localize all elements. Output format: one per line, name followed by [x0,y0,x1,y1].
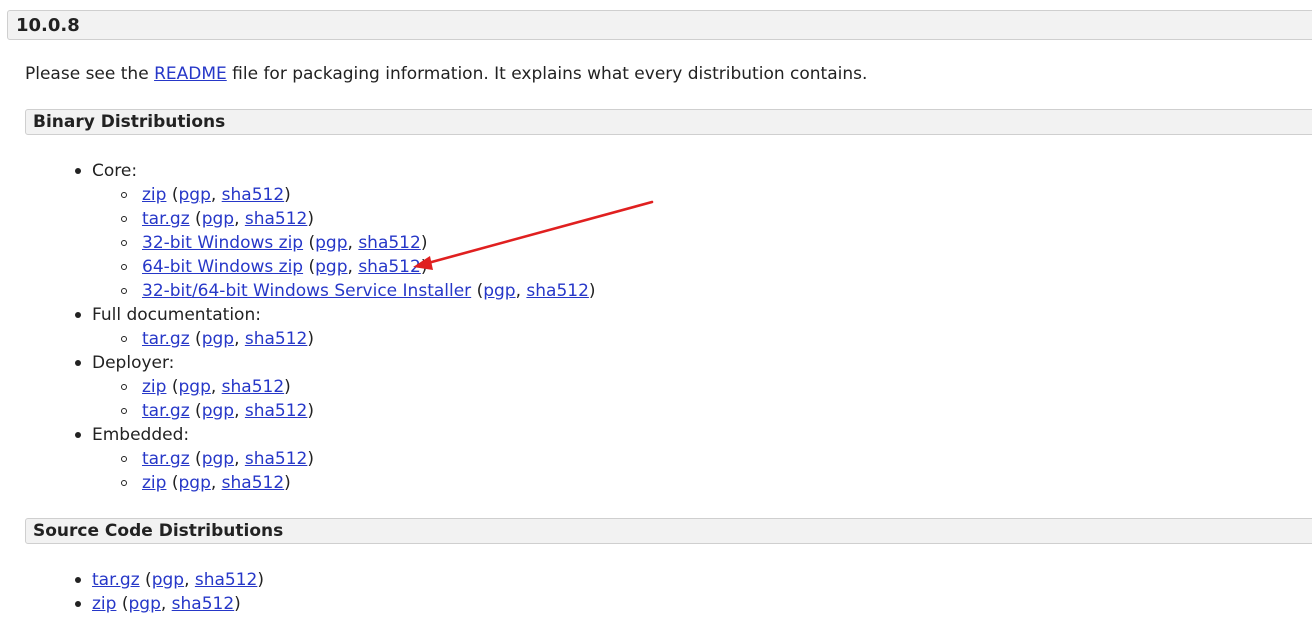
download-link[interactable]: tar.gz [142,449,190,469]
list-item: zip (pgp, sha512) [142,473,291,493]
download-link[interactable]: zip [142,377,166,397]
source-distributions-header: Source Code Distributions [25,518,1312,544]
pgp-link[interactable]: pgp [315,257,347,277]
download-link[interactable]: 32-bit/64-bit Windows Service Installer [142,281,471,301]
group-label-embedded: Embedded: [92,425,190,445]
pgp-link[interactable]: pgp [202,329,234,349]
download-link[interactable]: tar.gz [142,329,190,349]
group-label-deployer: Deployer: [92,353,175,373]
bullet-icon [75,312,81,318]
download-link[interactable]: tar.gz [92,570,140,590]
sha512-link[interactable]: sha512 [358,257,421,277]
list-item: 32-bit/64-bit Windows Service Installer … [142,281,596,301]
pgp-link[interactable]: pgp [178,185,210,205]
pgp-link[interactable]: pgp [483,281,515,301]
circle-bullet-icon [121,240,127,246]
readme-link[interactable]: README [154,64,227,84]
list-item: zip (pgp, sha512) [142,185,291,205]
bullet-icon [75,168,81,174]
download-link[interactable]: zip [92,594,116,614]
circle-bullet-icon [121,456,127,462]
sha512-link[interactable]: sha512 [222,377,285,397]
list-item: 32-bit Windows zip (pgp, sha512) [142,233,428,253]
download-link[interactable]: tar.gz [142,401,190,421]
list-item: tar.gz (pgp, sha512) [142,329,315,349]
version-header: 10.0.8 [7,10,1312,40]
version-title: 10.0.8 [16,15,80,36]
download-link[interactable]: zip [142,185,166,205]
group-label-core: Core: [92,161,138,181]
download-link[interactable]: zip [142,473,166,493]
download-link[interactable]: tar.gz [142,209,190,229]
download-link[interactable]: 32-bit Windows zip [142,233,303,253]
pgp-link[interactable]: pgp [202,209,234,229]
sha512-link[interactable]: sha512 [245,449,308,469]
sha512-link[interactable]: sha512 [526,281,589,301]
bullet-icon [75,601,81,607]
bullet-icon [75,360,81,366]
sha512-link[interactable]: sha512 [172,594,235,614]
list-item: zip (pgp, sha512) [92,594,241,614]
sha512-link[interactable]: sha512 [358,233,421,253]
circle-bullet-icon [121,480,127,486]
sha512-link[interactable]: sha512 [222,185,285,205]
pgp-link[interactable]: pgp [202,449,234,469]
circle-bullet-icon [121,408,127,414]
sha512-link[interactable]: sha512 [245,401,308,421]
list-item: tar.gz (pgp, sha512) [142,449,315,469]
pgp-link[interactable]: pgp [202,401,234,421]
circle-bullet-icon [121,192,127,198]
pgp-link[interactable]: pgp [152,570,184,590]
circle-bullet-icon [121,288,127,294]
bullet-icon [75,432,81,438]
binary-distributions-title: Binary Distributions [33,112,226,132]
circle-bullet-icon [121,384,127,390]
list-item: tar.gz (pgp, sha512) [92,570,265,590]
pgp-link[interactable]: pgp [315,233,347,253]
sha512-link[interactable]: sha512 [222,473,285,493]
sha512-link[interactable]: sha512 [195,570,258,590]
intro-text: Please see the README file for packaging… [25,62,867,86]
sha512-link[interactable]: sha512 [245,209,308,229]
bullet-icon [75,577,81,583]
pgp-link[interactable]: pgp [178,473,210,493]
circle-bullet-icon [121,336,127,342]
sha512-link[interactable]: sha512 [245,329,308,349]
group-label-full-documentation: Full documentation: [92,305,261,325]
list-item: tar.gz (pgp, sha512) [142,209,315,229]
list-item: tar.gz (pgp, sha512) [142,401,315,421]
source-distributions-title: Source Code Distributions [33,521,284,541]
circle-bullet-icon [121,264,127,270]
pgp-link[interactable]: pgp [178,377,210,397]
binary-distributions-header: Binary Distributions [25,109,1312,135]
intro-before: Please see the [25,64,155,84]
circle-bullet-icon [121,216,127,222]
pgp-link[interactable]: pgp [128,594,160,614]
list-item: zip (pgp, sha512) [142,377,291,397]
list-item: 64-bit Windows zip (pgp, sha512) [142,257,428,277]
download-link[interactable]: 64-bit Windows zip [142,257,303,277]
intro-after: file for packaging information. It expla… [226,64,868,84]
